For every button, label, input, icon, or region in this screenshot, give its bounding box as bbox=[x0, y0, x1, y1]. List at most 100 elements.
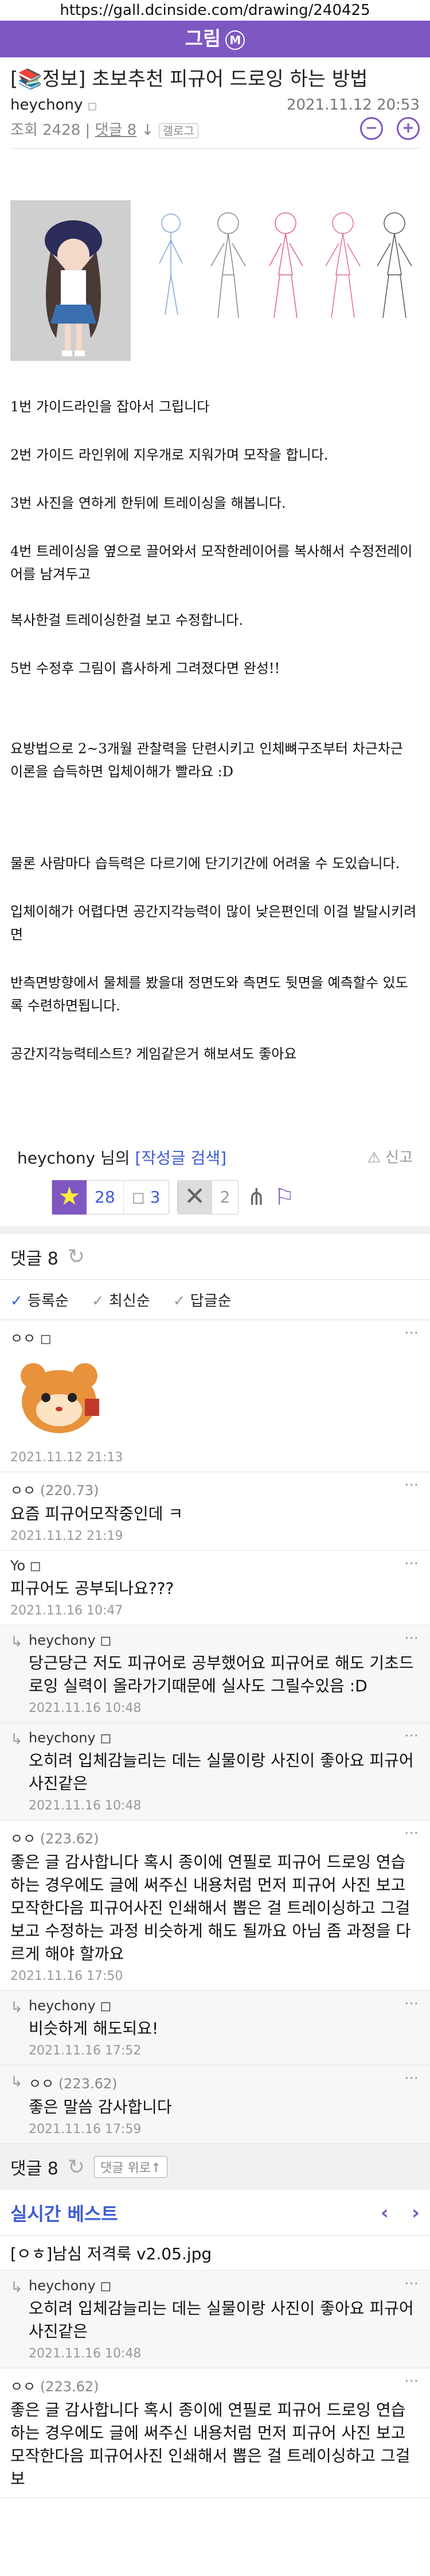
gallog-button[interactable]: 갤로그 bbox=[158, 123, 198, 138]
report-button[interactable]: ⚠ 신고 bbox=[368, 1146, 413, 1169]
star-icon[interactable]: ★ bbox=[52, 1180, 87, 1215]
post-paragraph: 1번 가이드라인을 잡아서 그립니다 bbox=[10, 399, 210, 415]
more-icon[interactable]: ··· bbox=[404, 2275, 419, 2293]
post-paragraph: 물론 사람마다 습득력은 다르기에 단기기간에 어려울 수 도있습니다. bbox=[10, 855, 400, 871]
chevron-right-icon[interactable]: › bbox=[412, 2201, 420, 2224]
vote-area: ★ 28 ◻ 3 ✕ 2 ⋔ ⚐ bbox=[0, 1169, 430, 1226]
more-icon[interactable]: ··· bbox=[404, 1477, 419, 1494]
zoom-out-icon[interactable]: − bbox=[360, 117, 383, 140]
siren-icon: ⚠ bbox=[367, 1149, 381, 1166]
comment-nick[interactable]: ㅇㅇ (223.62) bbox=[10, 1827, 420, 1847]
realtime-best-title: 실시간 베스트 bbox=[10, 2203, 118, 2225]
more-icon[interactable]: ··· bbox=[404, 1995, 419, 2013]
author-line: heychony 님의 [작성글 검색] ⚠ 신고 bbox=[0, 1146, 430, 1169]
comment-nick[interactable]: ㅇㅇ (223.62) bbox=[10, 2375, 420, 2395]
more-icon[interactable]: ··· bbox=[404, 1630, 419, 1647]
share-icon[interactable]: ⋔ bbox=[247, 1184, 266, 1211]
comment-body: 오히려 입체감늘리는 데는 실물이랑 사진이 좋아요 피규어 사진같은 bbox=[29, 2299, 414, 2341]
check-icon: ✓ bbox=[173, 1293, 186, 1310]
comment-nick[interactable]: ㅇㅇ ◻ bbox=[10, 1327, 420, 1347]
comments-count: 댓글 8 bbox=[10, 1248, 58, 1269]
more-icon[interactable]: ··· bbox=[404, 1555, 419, 1573]
post-images bbox=[10, 200, 423, 361]
comment-date: 2021.11.16 10:48 bbox=[29, 1799, 142, 1813]
reply-arrow-icon: ↳ bbox=[10, 2279, 23, 2296]
not-recommend-icon[interactable]: ✕ bbox=[177, 1180, 212, 1215]
post-content: 1번 가이드라인을 잡아서 그립니다 2번 가이드 라인위에 지우개로 지워가며… bbox=[0, 149, 430, 1065]
post-header: [📚정보] 초보추천 피규어 드로잉 하는 방법 heychony ◻ 2021… bbox=[0, 57, 430, 149]
sort-replies[interactable]: ✓ 답글순 bbox=[173, 1289, 232, 1310]
reply-item: ↳ ㅇㅇ (223.62) ··· 좋은 말씀 감사합니다 2021.11.16… bbox=[0, 2065, 430, 2144]
author-name[interactable]: heychony bbox=[17, 1149, 95, 1168]
comment-date: 2021.11.16 17:50 bbox=[10, 1969, 123, 1983]
more-icon[interactable]: ··· bbox=[404, 1325, 419, 1342]
gallery-name: 그림 bbox=[185, 28, 221, 50]
comment-item: ㅇㅇ (220.73) ··· 요즘 피규어모작중인데 ㅋ 2021.11.12… bbox=[0, 1472, 430, 1551]
post-paragraph: 3번 사진을 연하게 한뒤에 트레이싱을 해봅니다. bbox=[10, 495, 286, 511]
comments-count: 댓글 8 bbox=[10, 2159, 58, 2179]
comment-nick[interactable]: Yo ◻ bbox=[10, 1558, 420, 1574]
bookmark-icon[interactable]: ⚐ bbox=[274, 1184, 295, 1211]
view-count: 조회 2428 bbox=[10, 121, 81, 139]
more-icon[interactable]: ··· bbox=[404, 1825, 419, 1842]
post-paragraph: 5번 수정후 그림이 흡사하게 그려졌다면 완성!! bbox=[10, 660, 280, 676]
post-paragraph: 공간지각능력테스트? 게임같은거 해보셔도 좋아요 bbox=[10, 1046, 297, 1062]
comment-nick[interactable]: ㅇㅇ (223.62) bbox=[29, 2072, 420, 2092]
post-date: 2021.11.12 20:53 bbox=[286, 96, 420, 114]
comment-date: 2021.11.16 10:47 bbox=[10, 1604, 123, 1618]
comment-nick[interactable]: ㅇㅇ (220.73) bbox=[10, 1479, 420, 1499]
comment-nick[interactable]: heychony ◻ bbox=[29, 1998, 420, 2014]
comment-date: 2021.11.16 17:59 bbox=[29, 2122, 142, 2137]
comment-nick[interactable]: heychony ◻ bbox=[29, 1632, 420, 1648]
reply-item: ↳ heychony ◻ ··· 당근당근 저도 피규어로 공부했어요 피규어로… bbox=[0, 1625, 430, 1723]
comment-item: Yo ◻ ··· 피규어도 공부되나요??? 2021.11.16 10:47 bbox=[0, 1551, 430, 1625]
comment-body: 피규어도 공부되나요??? bbox=[10, 1579, 174, 1598]
comment-nick[interactable]: heychony ◻ bbox=[29, 2278, 420, 2294]
post-paragraph: 4번 트레이싱을 옆으로 끌어와서 모작한레이어를 복사해서 수정전레이어를 남… bbox=[10, 543, 413, 582]
chevron-left-icon[interactable]: ‹ bbox=[381, 2201, 389, 2224]
zoom-in-icon[interactable]: + bbox=[397, 117, 420, 140]
not-recommend-box[interactable]: ✕ 2 bbox=[177, 1180, 239, 1215]
post-paragraph: 복사한걸 트레이싱한걸 보고 수정합니다. bbox=[10, 612, 243, 628]
figure-photo[interactable] bbox=[10, 200, 131, 361]
refresh-icon[interactable]: ↻ bbox=[68, 2155, 85, 2179]
sort-registered[interactable]: ✓ 등록순 bbox=[10, 1289, 69, 1310]
post-paragraph: 요방법으로 2~3개월 관찰력을 단련시키고 인체뼈구조부터 차근차근 이론을 … bbox=[10, 741, 403, 780]
figure-sketches[interactable] bbox=[142, 200, 423, 326]
comments-header: 댓글 8 ↻ bbox=[0, 1234, 430, 1280]
comment-date: 2021.11.16 10:48 bbox=[29, 2347, 142, 2361]
post-paragraph: 2번 가이드 라인위에 지우개로 지워가며 모작을 합니다. bbox=[10, 447, 329, 463]
comment-body: 비슷하게 해도되요! bbox=[29, 2019, 159, 2038]
comment-item: ㅇㅇ ◻ ··· 2021.11.12 21:13 bbox=[0, 1320, 430, 1472]
gallery-header[interactable]: 그림 M bbox=[0, 21, 430, 57]
dccon-image bbox=[10, 1353, 108, 1439]
scroll-to-comments-button[interactable]: 댓글 위로↑ bbox=[94, 2156, 168, 2178]
author-suffix: 님의 bbox=[100, 1149, 130, 1168]
realtime-best-header: 실시간 베스트 ‹ › bbox=[0, 2190, 430, 2236]
comment-body: 좋은 글 감사합니다 혹시 종이에 연필로 피규어 드로잉 연습하는 경우에도 … bbox=[10, 2400, 411, 2488]
more-icon[interactable]: ··· bbox=[404, 2373, 419, 2390]
refresh-icon[interactable]: ↻ bbox=[68, 1245, 85, 1268]
more-icon[interactable]: ··· bbox=[404, 2070, 419, 2087]
search-posts-link[interactable]: [작성글 검색] bbox=[135, 1149, 226, 1168]
comment-body: 오히려 입체감늘리는 데는 실물이랑 사진이 좋아요 피규어 사진같은 bbox=[29, 1751, 414, 1793]
post-author[interactable]: heychony ◻ bbox=[10, 96, 97, 114]
reply-arrow-icon: ↳ bbox=[10, 1999, 23, 2016]
best-list-item[interactable]: [ㅇㅎ]남심 저격룩 v2.05.jpg bbox=[0, 2236, 430, 2271]
post-paragraph: 반측면방향에서 물체를 봤을대 정면도와 측면도 뒷면을 예측할수 있도록 수련… bbox=[10, 975, 408, 1014]
comment-body: 당근당근 저도 피규어로 공부했어요 피규어로 해도 기초드로잉 실력이 올라가… bbox=[29, 1653, 414, 1695]
check-icon: ✓ bbox=[91, 1293, 104, 1310]
comment-nick[interactable]: heychony ◻ bbox=[29, 1730, 420, 1746]
reply-arrow-icon: ↳ bbox=[10, 1731, 23, 1748]
url-bar[interactable]: https://gall.dcinside.com/drawing/240425 bbox=[0, 0, 430, 21]
recommend-box[interactable]: ★ 28 ◻ 3 bbox=[52, 1180, 169, 1215]
post-paragraph: 입체이해가 어렵다면 공간지각능력이 많이 낮은편인데 이걸 발달시키려면 bbox=[10, 904, 417, 943]
more-icon[interactable]: ··· bbox=[404, 1727, 419, 1745]
divider bbox=[0, 1226, 430, 1234]
sort-latest[interactable]: ✓ 최신순 bbox=[92, 1289, 150, 1310]
comment-count-link[interactable]: 댓글 8 ↓ bbox=[95, 122, 154, 139]
check-icon: ✓ bbox=[10, 1293, 23, 1310]
post-title: [📚정보] 초보추천 피규어 드로잉 하는 방법 bbox=[10, 68, 368, 91]
comment-sort-bar: ✓ 등록순 ✓ 최신순 ✓ 답글순 bbox=[0, 1280, 430, 1320]
comments-footer: 댓글 8 ↻ 댓글 위로↑ bbox=[0, 2144, 430, 2190]
